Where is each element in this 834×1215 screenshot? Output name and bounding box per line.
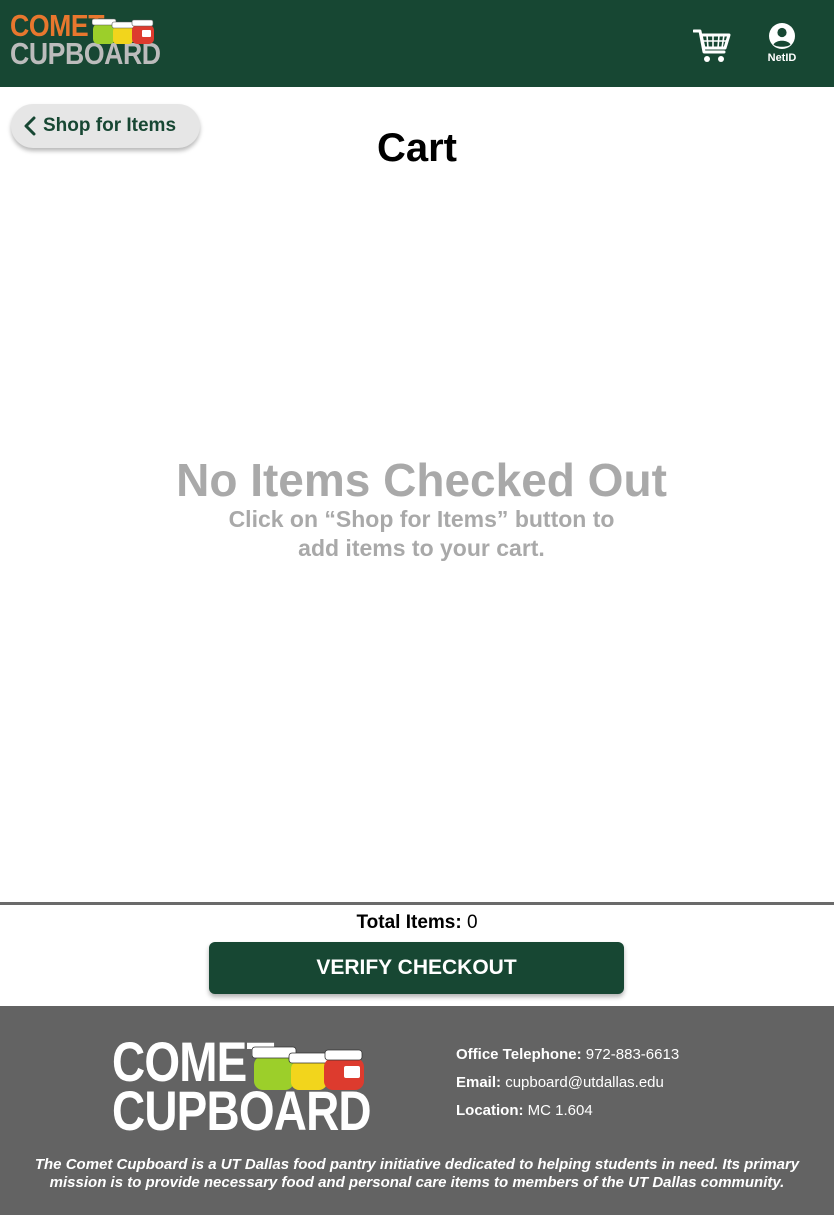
phone-label: Office Telephone: <box>456 1046 582 1063</box>
verify-checkout-button[interactable]: VERIFY CHECKOUT <box>209 942 624 994</box>
shopping-cart-icon <box>693 29 731 62</box>
top-header: COMET CUPBOARD NetID <box>0 0 834 87</box>
empty-cart-message: Click on “Shop for Items” button to add … <box>0 505 834 563</box>
netid-account-button[interactable]: NetID <box>756 22 808 68</box>
contact-location: Location: MC 1.604 <box>456 1100 679 1128</box>
total-items: Total Items: 0 <box>0 912 834 934</box>
netid-label: NetID <box>767 52 797 64</box>
footer-logo-text-cupboard: CUPBOARD <box>112 1079 372 1142</box>
footer: COMET CUPBOARD Office Telephone: 972-883… <box>0 1006 834 1215</box>
comet-cupboard-logo[interactable]: COMET CUPBOARD <box>10 10 161 70</box>
email-value[interactable]: cupboard@utdallas.edu <box>505 1074 664 1091</box>
footer-jars-icon <box>252 1046 364 1090</box>
location-value: MC 1.604 <box>527 1102 593 1119</box>
page-title: Cart <box>376 126 458 170</box>
mission-statement: The Comet Cupboard is a UT Dallas food p… <box>34 1156 800 1191</box>
contact-info: Office Telephone: 972-883-6613 Email: cu… <box>456 1044 679 1128</box>
empty-cart-title: No Items Checked Out <box>176 454 667 506</box>
user-circle-icon <box>769 23 795 49</box>
jars-icon <box>92 18 154 44</box>
empty-cart-message-line2: add items to your cart. <box>298 535 545 561</box>
contact-email: Email: cupboard@utdallas.edu <box>456 1072 679 1100</box>
cart-button[interactable] <box>690 24 734 68</box>
total-items-label: Total Items: <box>356 912 462 933</box>
total-items-value: 0 <box>466 912 478 933</box>
checkout-divider <box>0 902 834 905</box>
empty-cart-message-line1: Click on “Shop for Items” button to <box>228 506 615 532</box>
phone-value[interactable]: 972-883-6613 <box>586 1046 679 1063</box>
footer-logo: COMET CUPBOARD <box>112 1034 372 1142</box>
email-label: Email: <box>456 1074 502 1091</box>
location-label: Location: <box>456 1102 524 1119</box>
contact-phone: Office Telephone: 972-883-6613 <box>456 1044 679 1072</box>
